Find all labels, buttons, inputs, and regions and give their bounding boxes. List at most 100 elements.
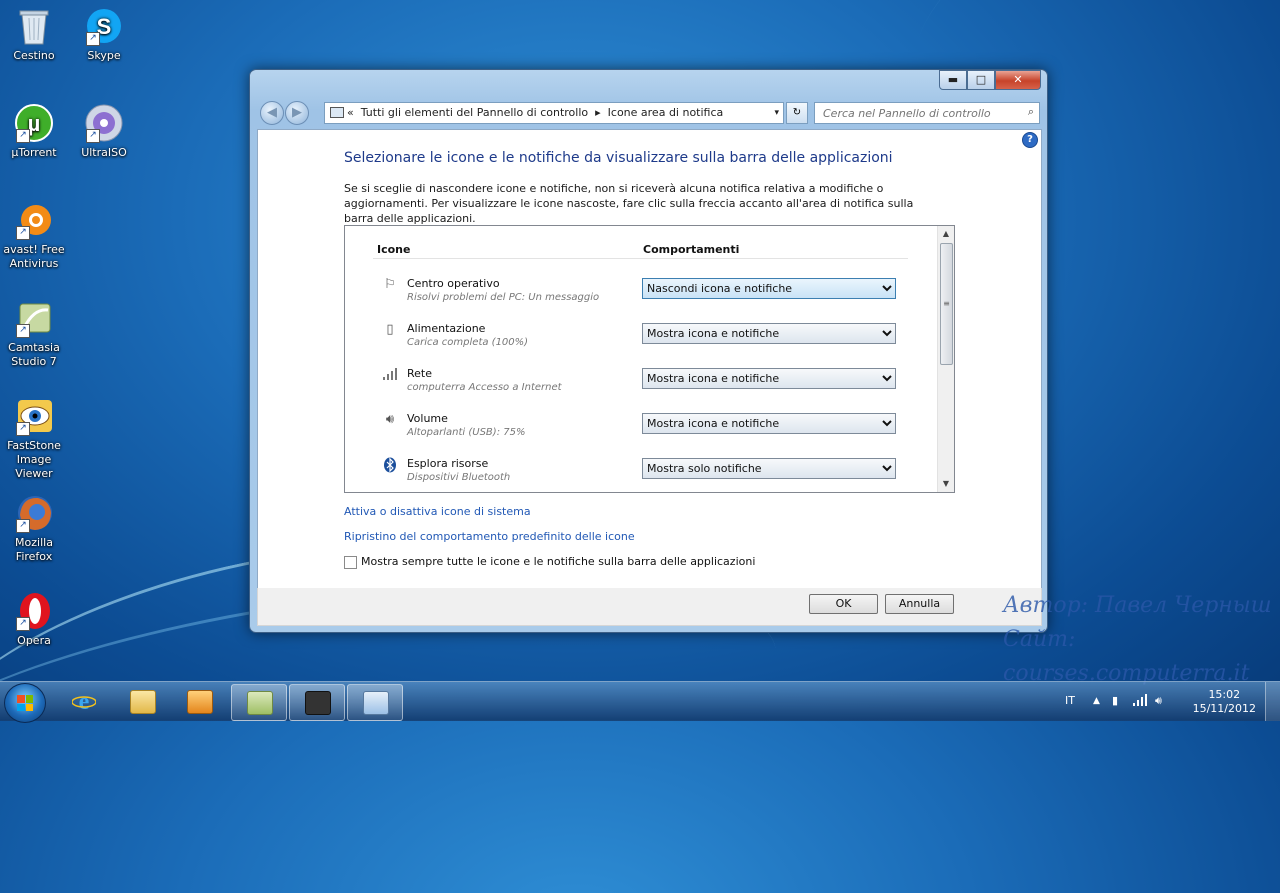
behavior-select[interactable]: Nascondi icona e notifiche <box>642 278 896 299</box>
dialog-footer: OK Annulla <box>257 588 1042 626</box>
desktop-icon-ultraiso[interactable]: ↗ UltraISO <box>70 103 138 160</box>
firefox-icon: ↗ <box>14 493 54 533</box>
show-hidden-icons-button[interactable]: ▲ <box>1093 696 1100 706</box>
power-icon[interactable]: ▮ <box>1112 694 1118 707</box>
desktop-icon-firefox[interactable]: ↗ Mozilla Firefox <box>0 493 68 564</box>
faststone-icon: ↗ <box>14 396 54 436</box>
checkbox-label[interactable]: Mostra sempre tutte le icone e le notifi… <box>361 555 755 568</box>
desktop-icon-utorrent[interactable]: µ ↗ µTorrent <box>0 103 68 160</box>
desktop-icon-avast[interactable]: ↗ avast! Free Antivirus <box>0 200 68 271</box>
shortcut-arrow-icon: ↗ <box>16 129 30 143</box>
skype-icon: S ↗ <box>84 6 124 46</box>
shortcut-arrow-icon: ↗ <box>16 226 30 240</box>
desktop-icon-camtasia[interactable]: ↗ Camtasia Studio 7 <box>0 298 68 369</box>
flag-icon: ⚐ <box>384 277 396 292</box>
behavior-select[interactable]: Mostra solo notifiche <box>642 458 896 479</box>
chevron-down-icon[interactable]: ▾ <box>774 103 779 123</box>
taskbar-recorder[interactable] <box>289 684 345 721</box>
refresh-button[interactable]: ↻ <box>786 102 808 124</box>
show-desktop-button[interactable] <box>1265 682 1280 721</box>
desktop-icon-label: FastStone Image Viewer <box>7 439 61 480</box>
search-box[interactable]: ⌕ <box>814 102 1040 124</box>
ok-button[interactable]: OK <box>809 594 878 614</box>
watermark: Автор: Павел Черныш Сайт: courses.comput… <box>1003 589 1280 691</box>
item-name: Rete <box>407 367 432 380</box>
item-description: Carica completa (100%) <box>407 337 529 348</box>
behavior-select[interactable]: Mostra icona e notifiche <box>642 413 896 434</box>
start-button[interactable] <box>4 683 46 723</box>
breadcrumb-separator[interactable]: ▸ <box>595 106 601 119</box>
desktop-icon-label: µTorrent <box>11 146 57 159</box>
speaker-icon[interactable]: 🔊︎ <box>1155 694 1162 708</box>
watermark-author: Автор: Павел Черныш <box>1003 593 1272 618</box>
minimize-button[interactable]: ▬ <box>939 70 967 90</box>
clock-time: 15:02 <box>1208 688 1241 701</box>
always-show-row: Mostra sempre tutte le icone e le notifi… <box>344 555 755 569</box>
bluetooth-icon <box>381 457 399 475</box>
desktop-icon-opera[interactable]: ↗ Opera <box>0 591 68 648</box>
list-item-alimentazione: ▯ Alimentazione Carica completa (100%) M… <box>345 320 935 360</box>
avast-icon: ↗ <box>14 200 54 240</box>
scroll-up-icon[interactable]: ▲ <box>938 226 954 242</box>
close-button[interactable]: ✕ <box>995 70 1041 90</box>
control-panel-window: ▬ □ ✕ ◀ ▶ « Tutti gli elementi del Panne… <box>249 69 1048 633</box>
maximize-button[interactable]: □ <box>967 70 995 90</box>
taskbar-media-player[interactable] <box>172 684 226 719</box>
always-show-checkbox[interactable] <box>344 555 357 569</box>
scrollbar-thumb[interactable]: ≡ <box>940 243 953 365</box>
network-icon <box>381 367 399 385</box>
list-item-rete: Rete computerra Accesso a Internet Mostr… <box>345 365 935 405</box>
behavior-select[interactable]: Mostra icona e notifiche <box>642 323 896 344</box>
column-header-behaviors: Comportamenti <box>643 243 740 256</box>
desktop-icon-label: Cestino <box>13 49 55 62</box>
network-icon[interactable] <box>1133 694 1147 709</box>
desktop-icon-label: Mozilla Firefox <box>15 536 53 563</box>
notification-icons-list: Icone Comportamenti ⚐ Centro operativo R… <box>344 225 955 493</box>
list-item-volume: 🔊︎ Volume Altoparlanti (USB): 75% Mostra… <box>345 410 935 450</box>
breadcrumb-item-control-panel[interactable]: Tutti gli elementi del Pannello di contr… <box>361 106 588 119</box>
help-icon[interactable]: ? <box>1022 132 1038 148</box>
column-header-icons: Icone <box>377 243 411 256</box>
cancel-button[interactable]: Annulla <box>885 594 954 614</box>
folder-icon <box>130 690 156 714</box>
taskbar-explorer[interactable] <box>115 684 169 719</box>
behavior-select[interactable]: Mostra icona e notifiche <box>642 368 896 389</box>
breadcrumb-overflow[interactable]: « <box>347 106 354 119</box>
clock[interactable]: 15:02 15/11/2012 <box>1193 688 1256 716</box>
list-item-esplora-risorse: Esplora risorse Dispositivi Bluetooth Mo… <box>345 455 935 492</box>
desktop-icon-faststone[interactable]: ↗ FastStone Image Viewer <box>0 396 68 481</box>
search-icon[interactable]: ⌕ <box>1028 105 1034 119</box>
link-system-icons[interactable]: Attiva o disattiva icone di sistema <box>344 505 531 518</box>
taskbar-control-panel[interactable] <box>347 684 403 721</box>
forward-button[interactable]: ▶ <box>285 101 309 125</box>
scroll-down-icon[interactable]: ▼ <box>938 476 954 492</box>
language-indicator[interactable]: IT <box>1065 694 1075 707</box>
header-divider <box>373 258 908 259</box>
taskbar-camtasia[interactable] <box>231 684 287 721</box>
taskbar-internet-explorer[interactable]: e <box>57 684 111 719</box>
desktop-icon-label: Opera <box>17 634 51 647</box>
desktop-icon-recycle-bin[interactable]: Cestino <box>0 6 68 63</box>
back-button[interactable]: ◀ <box>260 101 284 125</box>
item-description: Dispositivi Bluetooth <box>407 472 511 483</box>
power-icon: ▯ <box>386 322 394 337</box>
speaker-icon: 🔊︎ <box>385 412 395 427</box>
camtasia-icon <box>247 691 273 715</box>
address-bar[interactable]: « Tutti gli elementi del Pannello di con… <box>324 102 784 124</box>
vertical-scrollbar[interactable]: ▲ ≡ ▼ <box>937 226 954 492</box>
item-name: Alimentazione <box>407 322 486 335</box>
navigation-bar: ◀ ▶ « Tutti gli elementi del Pannello di… <box>258 101 1041 125</box>
breadcrumb-item-notification-icons[interactable]: Icone area di notifica <box>608 106 724 119</box>
svg-text:e: e <box>79 690 90 712</box>
search-input[interactable] <box>821 103 1015 123</box>
item-name: Esplora risorse <box>407 457 489 470</box>
camtasia-icon: ↗ <box>14 298 54 338</box>
taskbar: e IT ▲ ▮ 🔊︎ 15:02 15/11/2012 <box>0 681 1280 723</box>
internet-explorer-icon: e <box>71 689 97 715</box>
shortcut-arrow-icon: ↗ <box>86 32 100 46</box>
opera-icon: ↗ <box>14 591 54 631</box>
desktop-icon-skype[interactable]: S ↗ Skype <box>70 6 138 63</box>
link-restore-defaults[interactable]: Ripristino del comportamento predefinito… <box>344 530 635 543</box>
notification-area: IT ▲ ▮ 🔊︎ 15:02 15/11/2012 <box>1060 682 1280 721</box>
desktop-icon-label: UltraISO <box>81 146 127 159</box>
